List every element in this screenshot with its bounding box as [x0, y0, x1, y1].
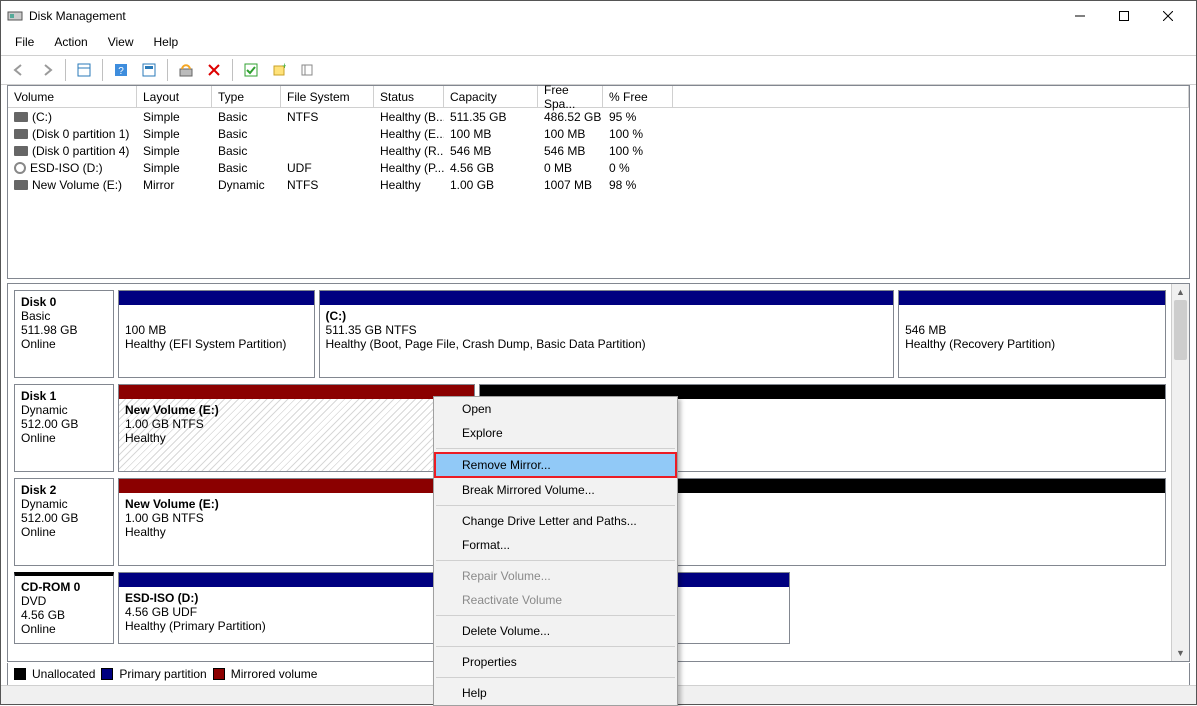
menu-bar: File Action View Help — [1, 31, 1196, 55]
cm-break-mirror[interactable]: Break Mirrored Volume... — [434, 478, 677, 502]
cm-delete[interactable]: Delete Volume... — [434, 619, 677, 643]
volume-list: Volume Layout Type File System Status Ca… — [7, 85, 1190, 279]
window-title: Disk Management — [29, 9, 126, 23]
cm-reactivate: Reactivate Volume — [434, 588, 677, 612]
help-icon[interactable]: ? — [109, 58, 133, 82]
svg-text:?: ? — [118, 66, 124, 77]
menu-help[interactable]: Help — [146, 33, 187, 51]
legend-mirrored: Mirrored volume — [231, 667, 318, 681]
app-icon — [7, 8, 23, 24]
drive-icon — [14, 129, 28, 139]
context-menu: Open Explore Remove Mirror... Break Mirr… — [433, 396, 678, 706]
svg-text:+: + — [282, 63, 286, 71]
cm-help[interactable]: Help — [434, 681, 677, 705]
disk-label[interactable]: CD-ROM 0DVD4.56 GBOnline — [14, 572, 114, 644]
cm-explore[interactable]: Explore — [434, 421, 677, 445]
cm-format[interactable]: Format... — [434, 533, 677, 557]
cm-open[interactable]: Open — [434, 397, 677, 421]
cd-icon — [14, 162, 26, 174]
cm-repair: Repair Volume... — [434, 564, 677, 588]
toolbar-icon[interactable] — [174, 58, 198, 82]
cm-change-letter[interactable]: Change Drive Letter and Paths... — [434, 509, 677, 533]
menu-view[interactable]: View — [100, 33, 142, 51]
partition[interactable]: 100 MBHealthy (EFI System Partition) — [118, 290, 315, 378]
disk-label[interactable]: Disk 0Basic511.98 GBOnline — [14, 290, 114, 378]
legend-primary: Primary partition — [119, 667, 206, 681]
close-button[interactable] — [1146, 1, 1190, 31]
col-status[interactable]: Status — [374, 86, 444, 108]
col-free[interactable]: Free Spa... — [538, 86, 603, 108]
partition[interactable]: (C:)511.35 GB NTFSHealthy (Boot, Page Fi… — [319, 290, 895, 378]
drive-icon — [14, 146, 28, 156]
table-row[interactable]: ESD-ISO (D:)SimpleBasicUDFHealthy (P...4… — [8, 159, 1189, 176]
volume-list-header: Volume Layout Type File System Status Ca… — [8, 86, 1189, 108]
drive-icon — [14, 180, 28, 190]
table-row[interactable]: (Disk 0 partition 4)SimpleBasicHealthy (… — [8, 142, 1189, 159]
col-volume[interactable]: Volume — [8, 86, 137, 108]
drive-icon — [14, 112, 28, 122]
disk-label[interactable]: Disk 1Dynamic512.00 GBOnline — [14, 384, 114, 472]
partition[interactable]: New Volume (E:)1.00 GB NTFSHealthy — [118, 478, 475, 566]
partition[interactable]: New Volume (E:)1.00 GB NTFSHealthy — [118, 384, 475, 472]
maximize-button[interactable] — [1102, 1, 1146, 31]
col-filesystem[interactable]: File System — [281, 86, 374, 108]
partition[interactable]: 546 MBHealthy (Recovery Partition) — [898, 290, 1166, 378]
toolbar-icon[interactable] — [295, 58, 319, 82]
table-row[interactable]: New Volume (E:)MirrorDynamicNTFSHealthy1… — [8, 176, 1189, 193]
col-layout[interactable]: Layout — [137, 86, 212, 108]
delete-icon[interactable] — [202, 58, 226, 82]
toolbar-icon[interactable] — [239, 58, 263, 82]
scrollbar[interactable]: ▲ ▼ — [1171, 284, 1189, 661]
forward-button[interactable] — [35, 58, 59, 82]
menu-action[interactable]: Action — [46, 33, 95, 51]
toolbar-icon[interactable]: + — [267, 58, 291, 82]
cm-remove-mirror[interactable]: Remove Mirror... — [434, 452, 677, 478]
table-row[interactable]: (C:)SimpleBasicNTFSHealthy (B...511.35 G… — [8, 108, 1189, 125]
cm-properties[interactable]: Properties — [434, 650, 677, 674]
disk-row: Disk 0Basic511.98 GBOnline 100 MBHealthy… — [14, 290, 1183, 378]
menu-file[interactable]: File — [7, 33, 42, 51]
col-pctfree[interactable]: % Free — [603, 86, 673, 108]
disk-label[interactable]: Disk 2Dynamic512.00 GBOnline — [14, 478, 114, 566]
title-bar: Disk Management — [1, 1, 1196, 31]
col-type[interactable]: Type — [212, 86, 281, 108]
table-row[interactable]: (Disk 0 partition 1)SimpleBasicHealthy (… — [8, 125, 1189, 142]
minimize-button[interactable] — [1058, 1, 1102, 31]
back-button[interactable] — [7, 58, 31, 82]
tool-bar: ? + — [1, 55, 1196, 85]
toolbar-icon[interactable] — [137, 58, 161, 82]
legend-unallocated: Unallocated — [32, 667, 95, 681]
toolbar-icon[interactable] — [72, 58, 96, 82]
col-capacity[interactable]: Capacity — [444, 86, 538, 108]
